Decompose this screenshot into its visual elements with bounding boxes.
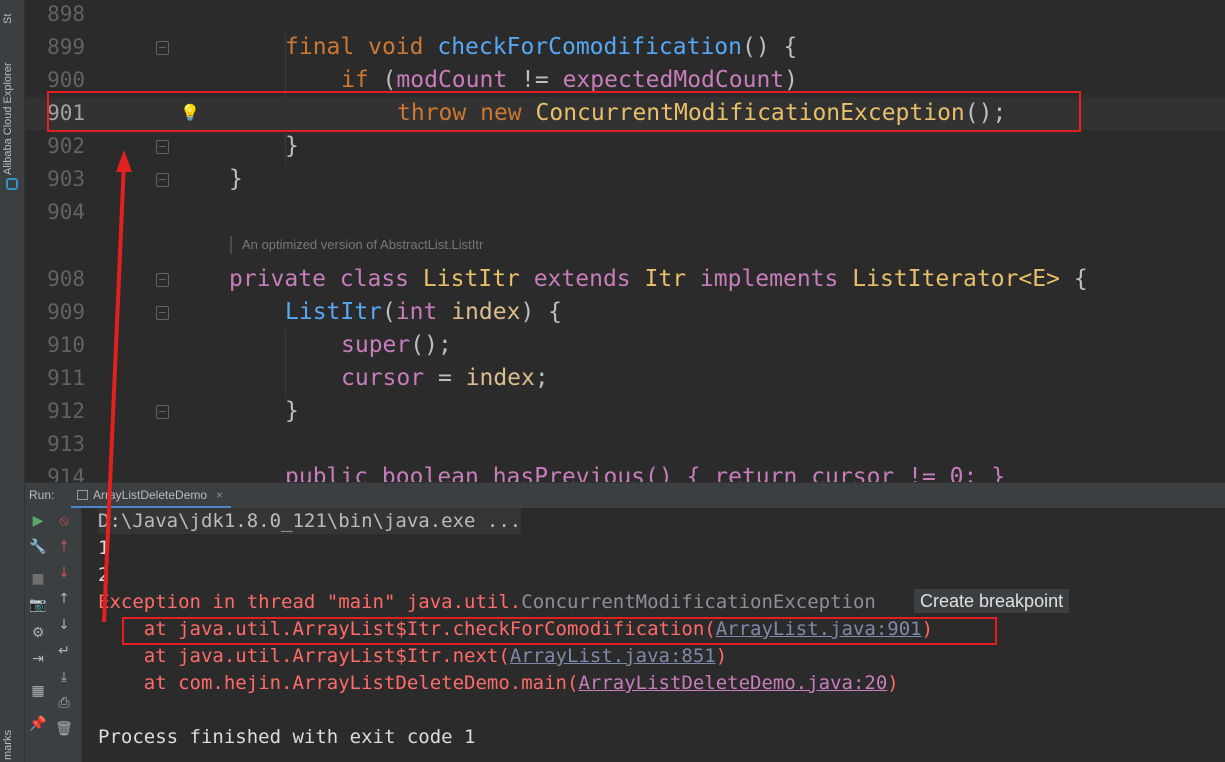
camera-icon[interactable]: 📷 <box>25 594 51 616</box>
run-tool-window-header: Run: ArrayListDeleteDemo × <box>25 482 1225 509</box>
create-breakpoint-tooltip[interactable]: Create breakpoint <box>914 589 1070 613</box>
code-text: cursor = index; <box>341 365 549 391</box>
clear-icon[interactable]: ⦸ <box>51 510 77 532</box>
code-line[interactable]: 914 public boolean hasPrevious() { retur… <box>25 461 1225 482</box>
console-command-line[interactable]: D:\Java\jdk1.8.0_121\bin\java.exe ... <box>98 508 522 534</box>
fold-marker-icon[interactable] <box>156 405 169 419</box>
code-editor[interactable]: 898 899 final void checkForComodificatio… <box>25 0 1225 482</box>
line-number[interactable]: 904 <box>33 196 85 229</box>
run-tab-label: ArrayListDeleteDemo <box>93 487 208 502</box>
code-line[interactable]: 904 <box>25 196 1225 229</box>
wrench-icon[interactable]: 🔧 <box>25 536 51 558</box>
line-number[interactable]: 903 <box>33 163 85 196</box>
stop-icon[interactable]: ■ <box>25 568 51 590</box>
line-number[interactable]: 899 <box>33 31 85 64</box>
alibaba-cloud-explorer-label[interactable]: Alibaba Cloud Explorer <box>2 45 14 175</box>
line-number[interactable]: 911 <box>33 362 85 395</box>
code-text: } <box>285 133 299 159</box>
code-line[interactable]: 909 ListItr(int index) { <box>25 296 1225 329</box>
fold-marker-icon[interactable] <box>156 273 169 287</box>
stacktrace-line: at java.util.ArrayList$Itr.next(ArrayLis… <box>98 645 728 667</box>
soft-wrap-icon[interactable]: ↵ <box>51 640 77 662</box>
code-line[interactable]: 911 cursor = index; <box>25 362 1225 395</box>
line-number[interactable]: 914 <box>33 461 85 482</box>
code-line[interactable]: 908 private class ListItr extends Itr im… <box>25 263 1225 296</box>
code-text: super(); <box>341 332 452 358</box>
inlay-hint[interactable]: An optimized version of AbstractList.Lis… <box>230 236 483 254</box>
run-toolbar-primary: ▶ 🔧 ■ 📷 ⚙ ⇥ ▦ 📌 <box>25 508 51 762</box>
console-output-line: 2 <box>98 564 110 586</box>
code-line[interactable]: 902 } <box>25 130 1225 163</box>
code-line[interactable]: 913 <box>25 428 1225 461</box>
layout-icon[interactable]: ▦ <box>25 680 51 702</box>
left-tool-strip: St Alibaba Cloud Explorer marks <box>0 0 25 762</box>
rerun-icon[interactable]: ▶ <box>25 510 51 532</box>
pin-icon[interactable]: 📌 <box>25 713 51 735</box>
line-number[interactable]: 902 <box>33 130 85 163</box>
cloud-explorer-icon[interactable] <box>6 178 18 190</box>
code-text: public boolean hasPrevious() { return cu… <box>285 464 1006 482</box>
run-label: Run: <box>29 488 55 502</box>
stacktrace-line: at com.hejin.ArrayListDeleteDemo.main(Ar… <box>98 672 899 694</box>
exception-class[interactable]: ConcurrentModificationException <box>521 591 876 613</box>
stacktrace-link[interactable]: ArrayListDeleteDemo.java:20 <box>578 672 887 694</box>
console-output-line: 1 <box>98 537 110 559</box>
annotation-highlight-box <box>47 91 1081 132</box>
line-number[interactable]: 913 <box>33 428 85 461</box>
close-tab-icon[interactable]: × <box>216 488 223 502</box>
code-text: } <box>229 166 243 192</box>
fold-marker-icon[interactable] <box>156 140 169 154</box>
process-finished-line: Process finished with exit code 1 <box>98 726 476 748</box>
annotation-highlight-box <box>122 617 997 645</box>
code-text: final void checkForComodification() { <box>285 34 798 60</box>
code-line[interactable]: 912 } <box>25 395 1225 428</box>
fold-marker-icon[interactable] <box>156 41 169 55</box>
line-number[interactable]: 908 <box>33 263 85 296</box>
exit-icon[interactable]: ⇥ <box>25 648 51 670</box>
scroll-to-end-icon[interactable]: ⤓ <box>51 666 77 688</box>
fold-marker-icon[interactable] <box>156 306 169 320</box>
run-toolbar-secondary: ⦸ ↑ ↓ ↑ ↓ ↵ ⤓ ⎙ 🗑 <box>51 508 82 762</box>
code-text: } <box>285 398 299 424</box>
settings-icon[interactable]: ⚙ <box>25 622 51 644</box>
up-arrow-icon[interactable]: ↑ <box>51 536 77 558</box>
code-line[interactable]: 899 final void checkForComodification() … <box>25 31 1225 64</box>
exception-line: Exception in thread "main" java.util.Con… <box>98 591 876 613</box>
code-line[interactable]: 903 } <box>25 163 1225 196</box>
code-text: ListItr(int index) { <box>285 299 562 325</box>
line-number[interactable]: 910 <box>33 329 85 362</box>
bookmarks-tool-label[interactable]: marks <box>2 725 14 760</box>
code-text: private class ListItr extends Itr implem… <box>229 266 1088 292</box>
down-arrow-icon[interactable]: ↓ <box>51 562 77 584</box>
structure-tool-label[interactable]: St <box>2 4 14 24</box>
trash-icon[interactable]: 🗑 <box>51 718 77 740</box>
line-number[interactable]: 909 <box>33 296 85 329</box>
line-number[interactable]: 898 <box>33 0 85 31</box>
console-tab-icon <box>77 489 88 500</box>
line-number[interactable]: 912 <box>33 395 85 428</box>
stacktrace-link[interactable]: ArrayList.java:851 <box>510 645 716 667</box>
code-line[interactable]: 910 super(); <box>25 329 1225 362</box>
print-icon[interactable]: ⎙ <box>51 692 77 714</box>
code-line[interactable]: 898 <box>25 0 1225 31</box>
run-tab-arraylistdeletedemo[interactable]: ArrayListDeleteDemo × <box>71 483 232 509</box>
up-icon[interactable]: ↑ <box>51 588 77 610</box>
fold-marker-icon[interactable] <box>156 173 169 187</box>
down-icon[interactable]: ↓ <box>51 614 77 636</box>
